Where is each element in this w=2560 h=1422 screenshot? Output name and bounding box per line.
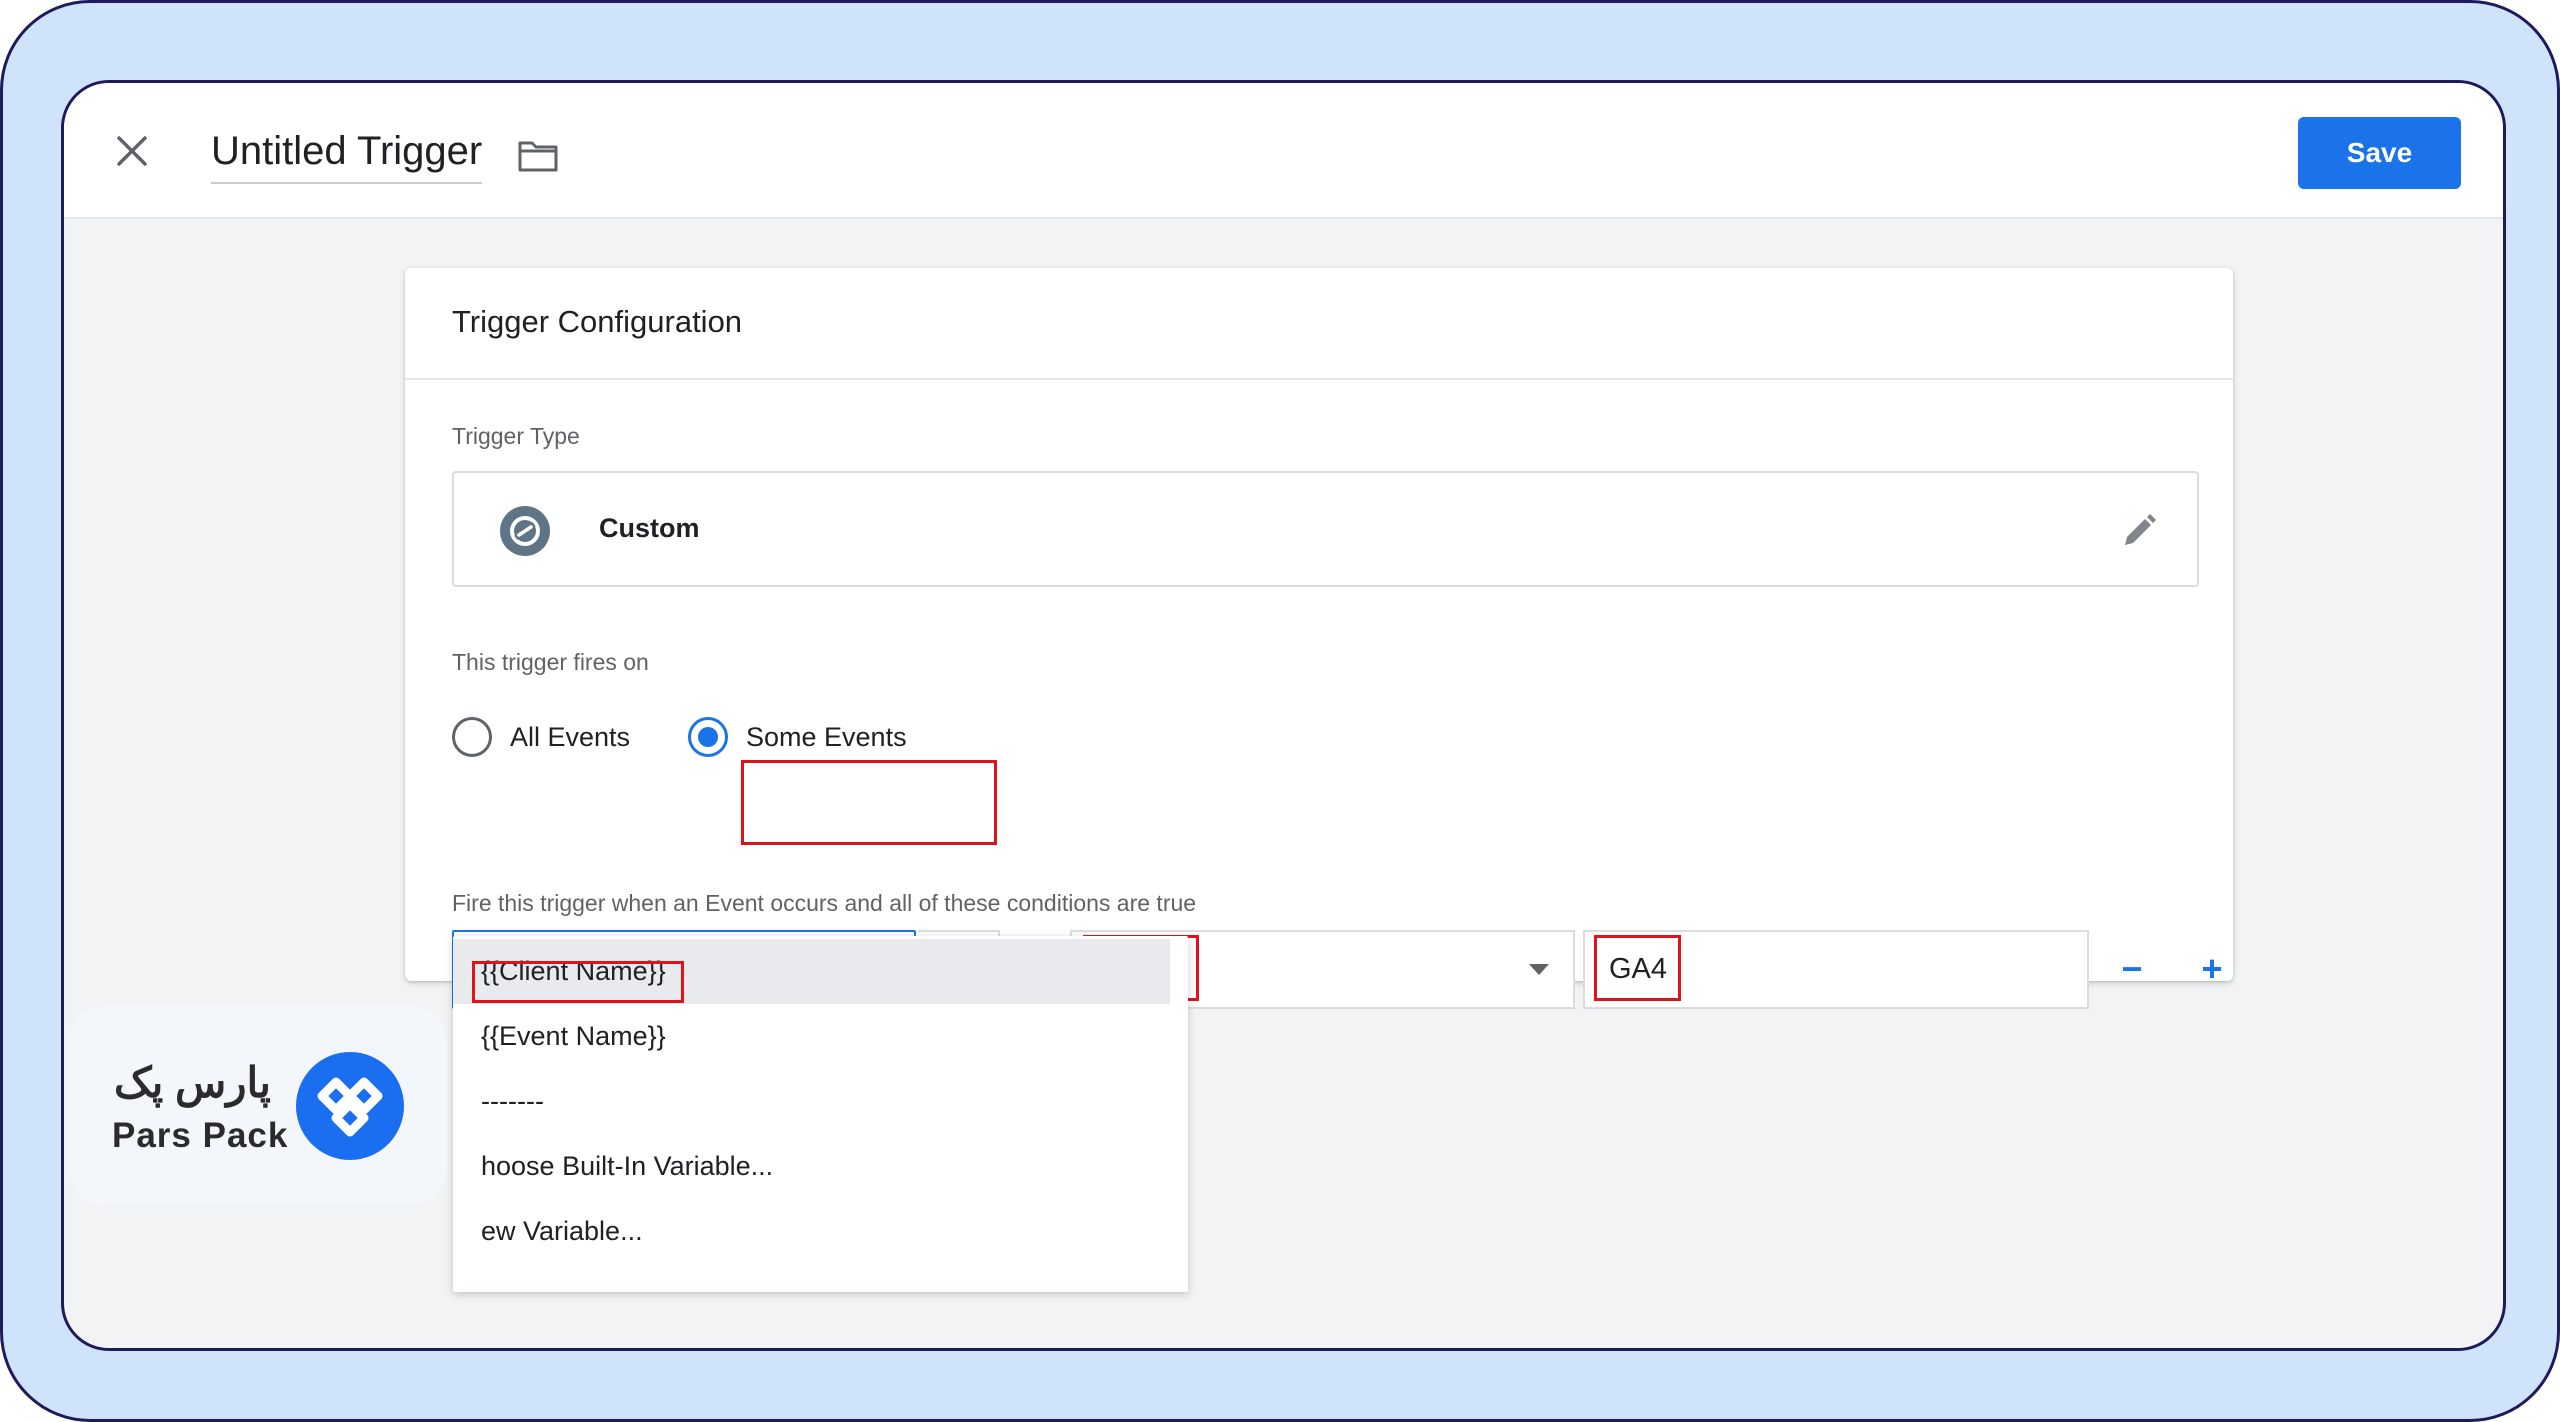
outer-frame: Untitled Trigger Save Trigger Configurat… [0,0,2560,1422]
radio-label-some-events: Some Events [746,721,907,752]
logo-text-en: Pars Pack [112,1116,289,1155]
parspack-logo-icon [296,1052,404,1160]
radio-unchecked-icon [452,717,492,757]
logo-text-fa: پارس پک [114,1059,271,1106]
radio-label-all-events: All Events [510,721,631,752]
condition-value-input[interactable] [1583,930,2089,1009]
variable-dropdown: {{Client Name}} {{Event Name}} ------- h… [453,936,1188,1292]
dropdown-separator: ------- [481,1086,544,1116]
folder-icon[interactable] [517,139,559,173]
card-title: Trigger Configuration [452,304,743,339]
card-header: Trigger Configuration [405,268,2233,380]
dropdown-item-client-name[interactable]: {{Client Name}} [453,939,1170,1004]
top-bar: Untitled Trigger Save [64,83,2503,219]
radio-some-events[interactable]: Some Events [688,705,907,769]
remove-condition-button[interactable]: − [2111,948,2153,990]
trigger-type-label: Trigger Type [452,423,580,449]
trigger-type-value: Custom [599,513,700,543]
trigger-title[interactable]: Untitled Trigger [211,129,483,184]
dropdown-item-new-variable[interactable]: ew Variable... [453,1199,1170,1264]
save-button[interactable]: Save [2298,117,2461,189]
caret-down-icon [1529,964,1549,975]
trigger-type-selector[interactable]: Custom [452,471,2199,587]
parspack-logo: پارس پک Pars Pack [69,1006,447,1205]
add-condition-button[interactable]: + [2191,948,2233,990]
dropdown-item-builtin-variable[interactable]: hoose Built-In Variable... [453,1134,1170,1199]
radio-all-events[interactable]: All Events [452,705,630,769]
trigger-configuration-card: Trigger Configuration Trigger Type Custo… [405,268,2233,1009]
pencil-icon[interactable] [2119,511,2159,551]
fires-on-radio-group: All Events Some Events [452,705,1152,769]
close-icon[interactable] [114,133,150,169]
custom-event-icon [499,505,551,557]
dropdown-item-event-name[interactable]: {{Event Name}} [453,1004,1170,1069]
radio-checked-icon [688,717,728,757]
highlight-some-events [741,760,997,845]
conditions-label: Fire this trigger when an Event occurs a… [452,890,1197,916]
fires-on-label: This trigger fires on [452,649,649,675]
